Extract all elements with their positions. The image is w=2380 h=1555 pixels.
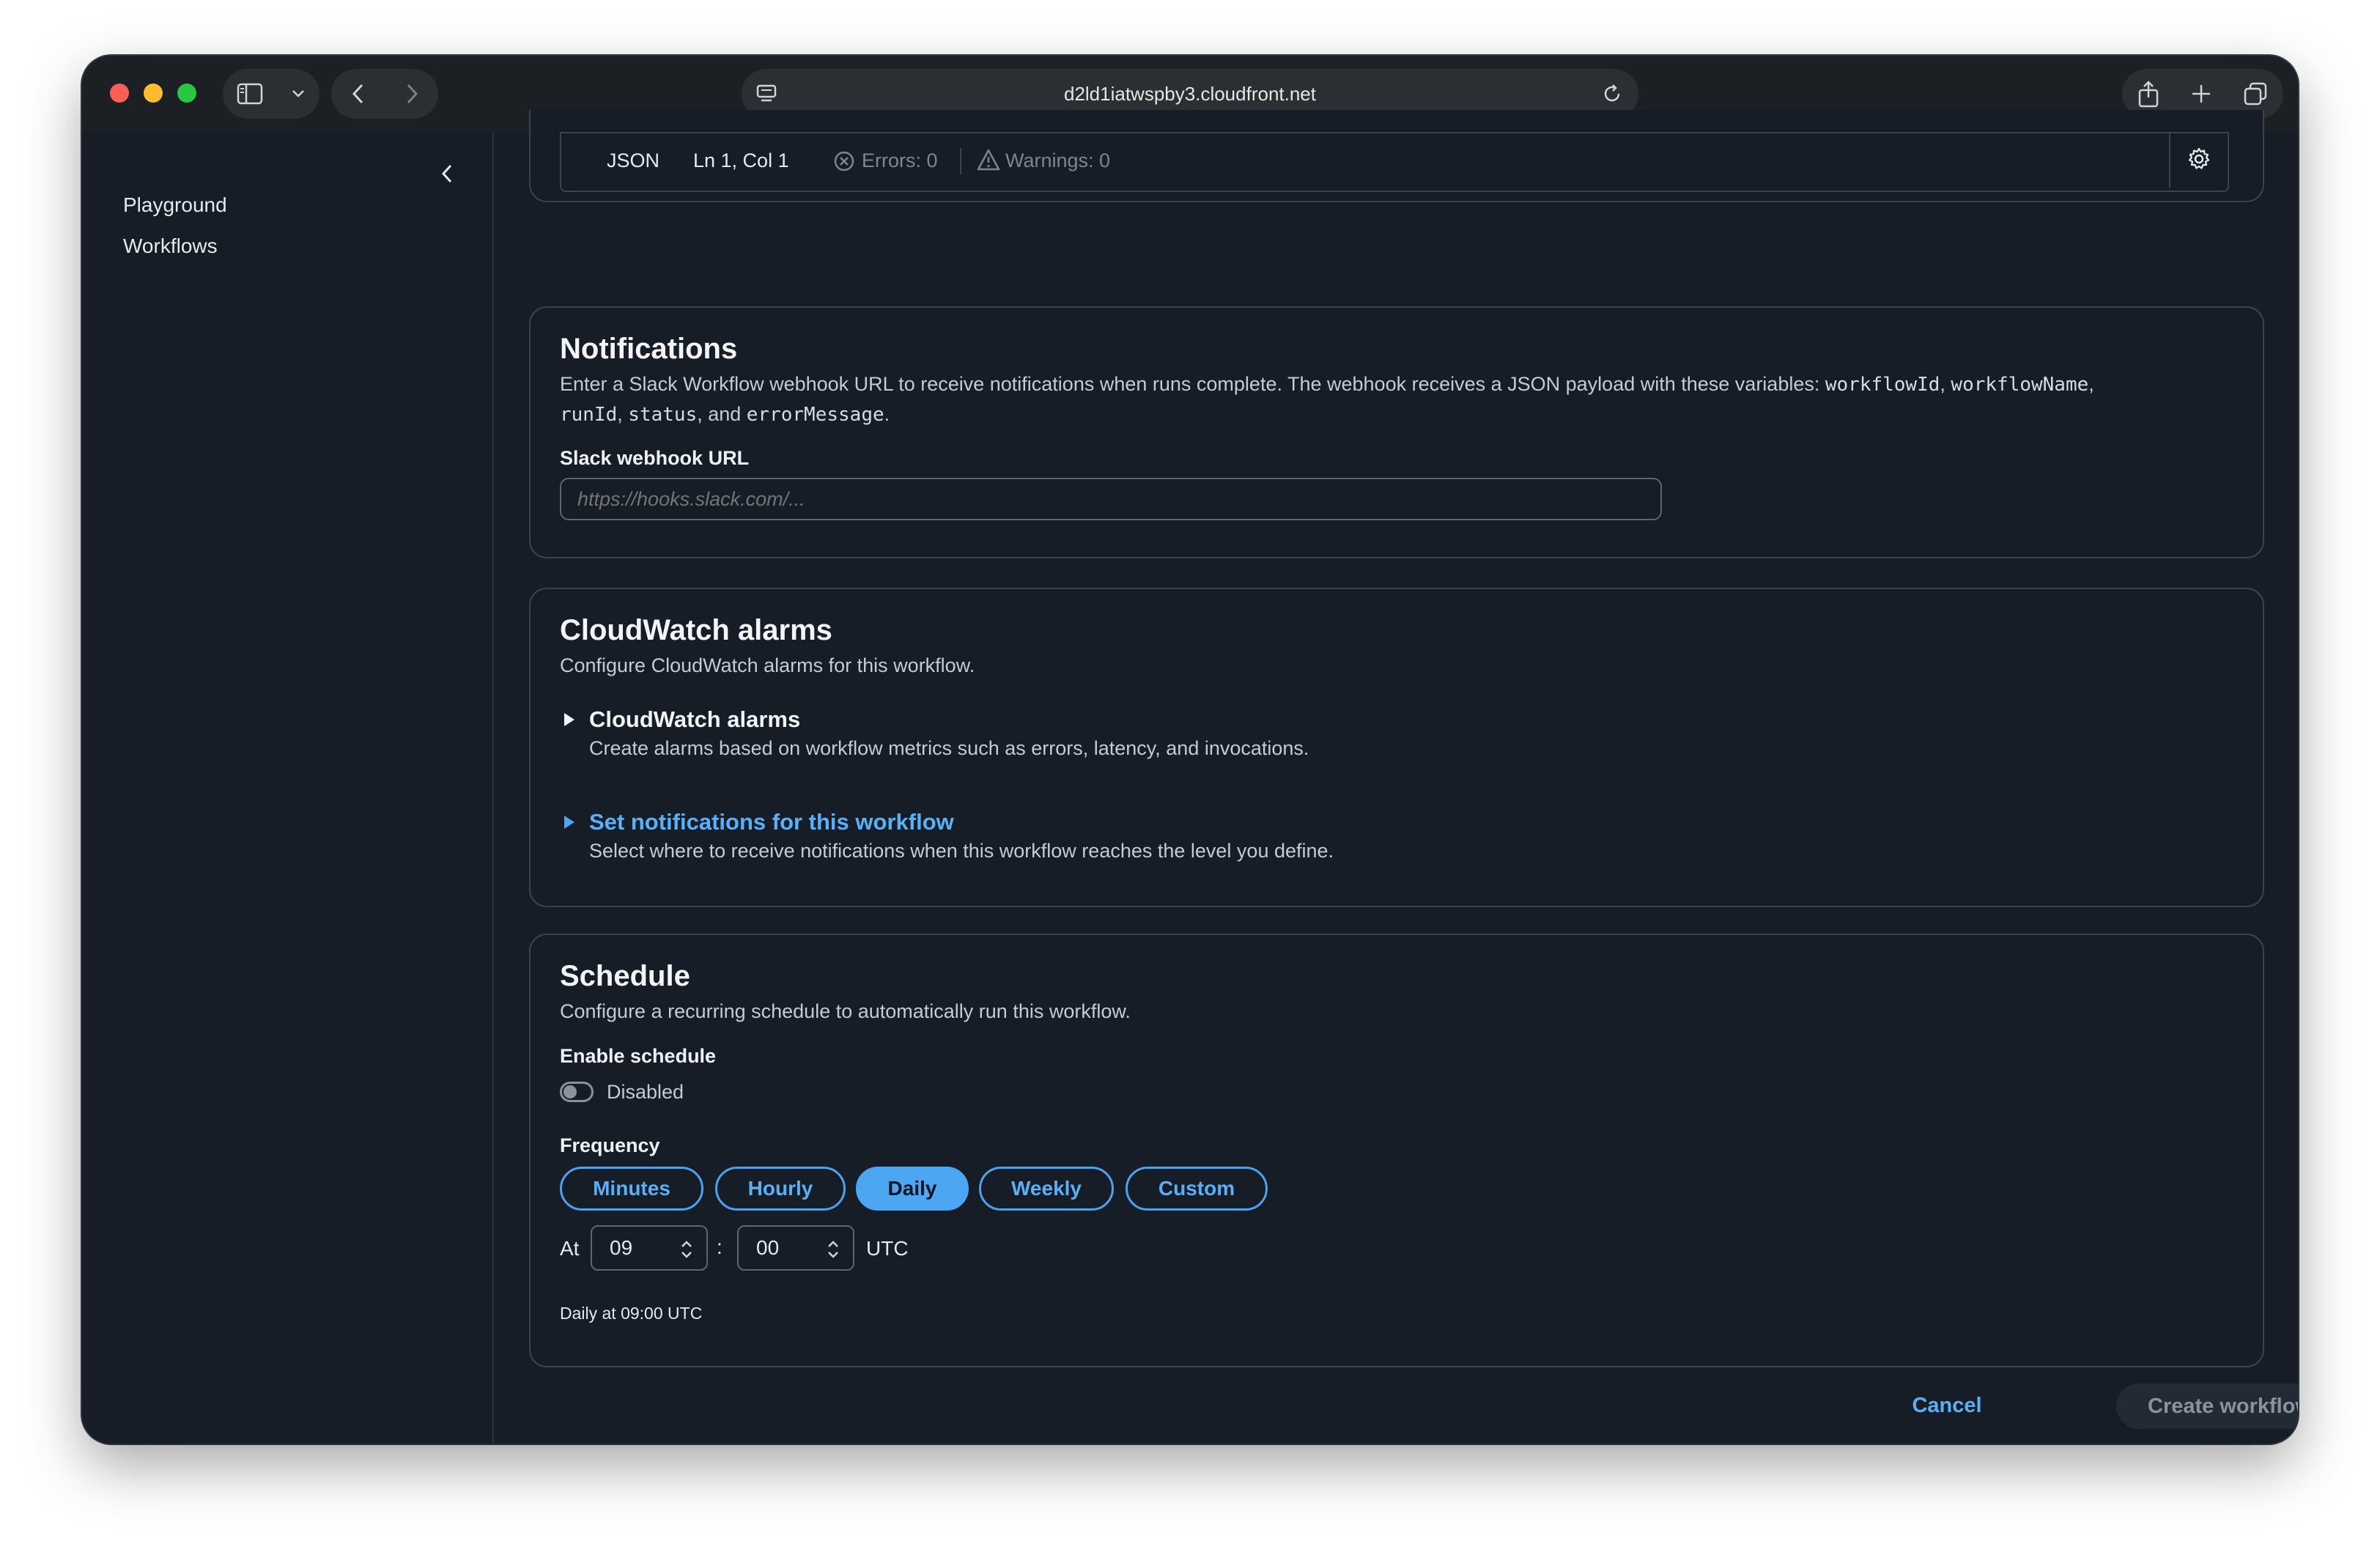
error-circle-icon — [832, 149, 856, 178]
notifications-title: Notifications — [560, 333, 738, 365]
var-workflowid: workflowId — [1825, 374, 1940, 396]
cloudwatch-title: CloudWatch alarms — [560, 614, 832, 646]
new-tab-icon[interactable] — [2190, 83, 2212, 105]
chevron-down-icon[interactable] — [291, 89, 306, 99]
set-notifications-link[interactable]: Set notifications for this workflow — [589, 809, 954, 835]
frequency-custom-button[interactable]: Custom — [1126, 1167, 1268, 1211]
editor-status-bar: JSON Ln 1, Col 1 Errors: 0 Warnings: 0 — [560, 132, 2229, 192]
set-notifications-expander[interactable]: Set notifications for this workflow Sele… — [560, 809, 1586, 868]
desc-separator: , — [2088, 373, 2094, 395]
browser-window: d2ld1iatwspby3.cloudfront.net Playground… — [82, 56, 2298, 1444]
cancel-button[interactable]: Cancel — [1892, 1384, 2002, 1427]
share-icon[interactable] — [2137, 80, 2159, 108]
schedule-title: Schedule — [560, 960, 690, 992]
tab-overview-icon[interactable] — [2243, 81, 2268, 106]
slack-webhook-label: Slack webhook URL — [560, 447, 750, 469]
desc-separator: , — [617, 403, 629, 425]
caret-right-icon — [563, 815, 576, 833]
notifications-description: Enter a Slack Workflow webhook URL to re… — [560, 369, 2238, 429]
var-workflowname: workflowName — [1951, 374, 2089, 396]
back-arrow-icon[interactable] — [351, 83, 366, 105]
time-separator: : — [717, 1235, 722, 1258]
var-errormessage: errorMessage — [746, 404, 884, 426]
schedule-summary: Daily at 09:00 UTC — [560, 1304, 703, 1323]
cloudwatch-alarms-expander[interactable]: CloudWatch alarms Create alarms based on… — [560, 706, 1586, 765]
create-workflow-button[interactable]: Create workflow — [2116, 1384, 2298, 1429]
set-notifications-desc: Select where to receive notifications wh… — [589, 840, 1334, 862]
frequency-label: Frequency — [560, 1134, 660, 1156]
editor-cursor-position: Ln 1, Col 1 — [693, 149, 789, 171]
timezone-label: UTC — [866, 1237, 909, 1260]
sidebar: Playground Workflows — [82, 132, 494, 1444]
cloudwatch-card: CloudWatch alarms Configure CloudWatch a… — [529, 588, 2264, 907]
zoom-window-button[interactable] — [177, 84, 196, 103]
cloudwatch-alarms-expander-title: CloudWatch alarms — [589, 706, 801, 732]
editor-warnings-count: Warnings: 0 — [1005, 149, 1111, 171]
editor-settings-button[interactable] — [2169, 133, 2228, 188]
collapse-sidebar-icon[interactable] — [440, 163, 454, 188]
enable-schedule-toggle[interactable] — [560, 1082, 594, 1102]
sidebar-toggle-group — [223, 69, 319, 119]
cloudwatch-alarms-expander-desc: Create alarms based on workflow metrics … — [589, 737, 1309, 759]
frequency-weekly-button[interactable]: Weekly — [979, 1167, 1114, 1211]
minimize-window-button[interactable] — [144, 84, 163, 103]
sidebar-item-playground[interactable]: Playground — [123, 193, 227, 217]
sidebar-item-workflows[interactable]: Workflows — [123, 234, 218, 258]
frequency-daily-button[interactable]: Daily — [856, 1167, 969, 1211]
history-nav-group — [331, 69, 438, 119]
var-runid: runId — [560, 404, 618, 426]
desc-separator: , — [1940, 373, 1951, 395]
var-status: status — [628, 404, 698, 426]
frequency-minutes-button[interactable]: Minutes — [560, 1167, 703, 1211]
desc-period: . — [884, 403, 890, 425]
editor-errors-count: Errors: 0 — [862, 149, 938, 171]
forward-arrow-icon[interactable] — [404, 83, 419, 105]
notifications-card: Notifications Enter a Slack Workflow web… — [529, 306, 2264, 558]
gear-icon — [2187, 147, 2211, 175]
editor-language: JSON — [607, 149, 660, 171]
caret-right-icon — [563, 712, 576, 731]
minute-value: 00 — [756, 1236, 780, 1259]
desc-separator: , and — [697, 403, 747, 425]
toggle-knob — [563, 1085, 577, 1098]
hour-value: 09 — [610, 1236, 633, 1259]
warning-triangle-icon — [976, 148, 1001, 177]
schedule-description: Configure a recurring schedule to automa… — [560, 1000, 1131, 1022]
sidebar-icon[interactable] — [237, 83, 263, 105]
schedule-card: Schedule Configure a recurring schedule … — [529, 934, 2264, 1367]
reload-icon[interactable] — [1600, 82, 1624, 109]
main-content: JSON Ln 1, Col 1 Errors: 0 Warnings: 0 N… — [494, 110, 2298, 1444]
enable-schedule-label: Enable schedule — [560, 1045, 717, 1067]
slack-webhook-input[interactable] — [560, 478, 1662, 520]
frequency-hourly-button[interactable]: Hourly — [715, 1167, 846, 1211]
close-window-button[interactable] — [110, 84, 129, 103]
notifications-desc-text: Enter a Slack Workflow webhook URL to re… — [560, 373, 1825, 395]
toggle-state-label: Disabled — [607, 1081, 684, 1103]
minute-stepper[interactable]: 00 — [737, 1225, 854, 1271]
at-label: At — [560, 1237, 580, 1260]
hour-stepper[interactable]: 09 — [591, 1225, 708, 1271]
status-divider — [960, 148, 961, 174]
cloudwatch-description: Configure CloudWatch alarms for this wor… — [560, 654, 975, 676]
definition-editor-card: JSON Ln 1, Col 1 Errors: 0 Warnings: 0 — [529, 110, 2264, 202]
